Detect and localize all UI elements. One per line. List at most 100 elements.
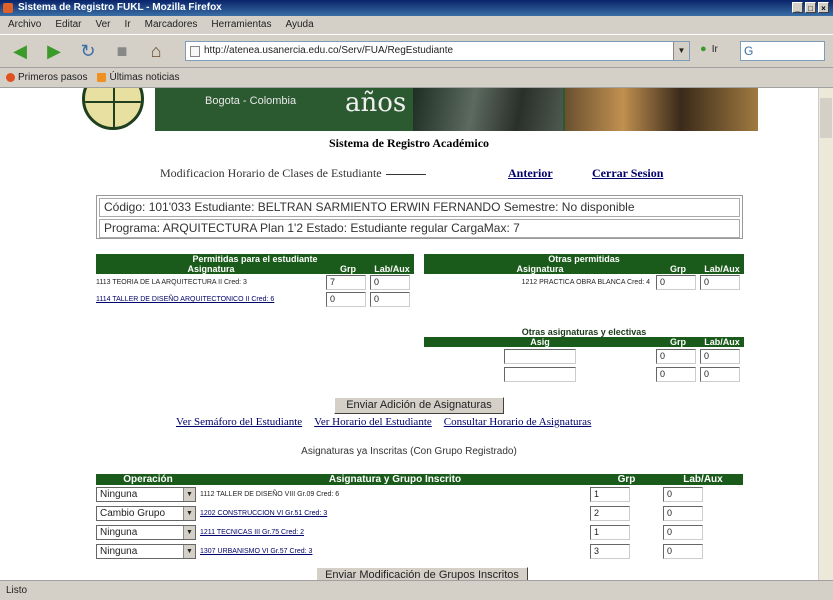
table-row: Cambio Grupo ▼ 1202 CONSTRUCCION VI Gr.51… [96,504,743,523]
menu-ir[interactable]: Ir [125,19,131,31]
grp-input[interactable]: 3 [590,544,630,559]
page-viewport: Bogota - Colombia años Sistema de Regist… [0,88,818,580]
grp-input[interactable]: 0 [656,275,696,290]
operacion-value: Ninguna [100,489,138,500]
back-button[interactable]: ◀ [6,39,34,63]
status-text: Listo [6,585,28,596]
permitidas-header: Permitidas para el estudiante Asignatura… [96,254,414,274]
bookmark-primeros-pasos[interactable]: Primeros pasos [6,72,87,83]
action-links: Ver Semáforo del Estudiante Ver Horario … [176,416,591,428]
lab-input[interactable]: 0 [700,275,740,290]
table-row: 1114 TALLER DE DISEÑO ARQUITECTONICO II … [96,291,414,308]
electivas-table: Otras asignaturas y electivas Asig Grp L… [424,327,744,383]
operacion-select[interactable]: Ninguna ▼ [96,487,196,502]
url-dropdown[interactable]: ▼ [673,42,689,60]
col-lab: Lab/Aux [704,264,740,274]
bookmark-label: Últimas noticias [109,72,180,83]
grp-input[interactable]: 1 [590,525,630,540]
menu-editar[interactable]: Editar [55,19,81,31]
operacion-select[interactable]: Ninguna ▼ [96,544,196,559]
system-title: Sistema de Registro Académico [328,136,490,150]
rss-icon [97,73,107,82]
chevron-down-icon: ▼ [183,488,195,501]
asignatura-cell: 1212 PRACTICA OBRA BLANCA Cred: 4 [521,279,650,286]
back-arrow-icon: ◀ [13,40,27,61]
grp-input[interactable]: 2 [590,506,630,521]
menu-marcadores[interactable]: Marcadores [145,19,198,31]
table-row: 0 0 [424,365,744,383]
asignatura-link[interactable]: 1202 CONSTRUCCION VI Gr.51 Cred: 3 [200,510,590,517]
banner-photo [413,88,563,131]
vertical-scrollbar[interactable] [818,88,833,580]
go-label: Ir [711,44,718,55]
lab-input[interactable]: 0 [663,544,703,559]
stop-button[interactable]: ■ [108,39,136,63]
consultar-horario-link[interactable]: Consultar Horario de Asignaturas [444,416,592,428]
lab-input[interactable]: 0 [700,348,740,364]
grp-input[interactable]: 0 [326,292,366,307]
url-text: http://atenea.usanercia.edu.co/Serv/FUA/… [204,45,454,56]
inscritas-table: Operación Asignatura y Grupo Inscrito Gr… [96,474,743,561]
bookmark-ultimas-noticias[interactable]: Últimas noticias [97,72,180,83]
student-info-line: Código: 101'033 Estudiante: BELTRAN SARM… [99,198,740,217]
lab-input[interactable]: 0 [663,525,703,540]
col-grp: Grp [669,264,686,274]
chevron-down-icon: ▼ [183,507,195,520]
minimize-button[interactable]: _ [792,2,803,13]
grp-input[interactable]: 0 [656,366,696,382]
otras-title: Otras permitidas [548,254,620,264]
menu-archivo[interactable]: Archivo [8,19,41,31]
program-info-line: Programa: ARQUITECTURA Plan 1'2 Estado: … [99,219,740,238]
divider [385,173,426,175]
lab-input[interactable]: 0 [370,292,410,307]
asignatura-cell: 1113 TEORIA DE LA ARQUITECTURA II Cred: … [96,279,247,286]
asignatura-link[interactable]: 1307 URBANISMO VI Gr.57 Cred: 3 [200,548,590,555]
maximize-button[interactable]: □ [805,2,816,13]
horario-estudiante-link[interactable]: Ver Horario del Estudiante [314,416,432,428]
close-button[interactable]: × [818,2,829,13]
asignatura-link[interactable]: 1114 TALLER DE DISEÑO ARQUITECTONICO II … [96,296,326,303]
asignatura-link[interactable]: 1211 TECNICAS III Gr.75 Cred: 2 [200,529,590,536]
menu-ayuda[interactable]: Ayuda [285,19,313,31]
operacion-select[interactable]: Ninguna ▼ [96,525,196,540]
enviar-adicion-button[interactable]: Enviar Adición de Asignaturas [334,397,504,414]
search-input[interactable]: G [740,41,825,61]
forward-button[interactable]: ▶ [40,39,68,63]
menu-herramientas[interactable]: Herramientas [211,19,271,31]
operacion-select[interactable]: Cambio Grupo ▼ [96,506,196,521]
asig-input[interactable] [504,348,576,364]
page-banner: Bogota - Colombia años [155,88,758,131]
menu-ver[interactable]: Ver [95,19,110,31]
lab-input[interactable]: 0 [663,487,703,502]
status-bar: Listo [0,580,833,600]
home-button[interactable]: ⌂ [142,39,170,63]
url-bar[interactable]: http://atenea.usanercia.edu.co/Serv/FUA/… [185,41,690,61]
cerrar-sesion-link[interactable]: Cerrar Sesion [592,166,663,181]
col-asignatura: Asignatura [516,264,564,274]
col-asignatura: Asignatura y Grupo Inscrito [328,474,462,485]
firefox-icon [3,3,13,13]
otras-header: Otras permitidas Asignatura Grp Lab/Aux [424,254,744,274]
table-row: 1212 PRACTICA OBRA BLANCA Cred: 4 0 0 [424,274,744,291]
electivas-title: Otras asignaturas y electivas [521,327,647,337]
semaforo-link[interactable]: Ver Semáforo del Estudiante [176,416,302,428]
banner-photo [565,88,758,131]
reload-button[interactable]: ↻ [74,39,102,63]
grp-input[interactable]: 7 [326,275,366,290]
asig-input[interactable] [504,366,576,382]
lab-input[interactable]: 0 [663,506,703,521]
lab-input[interactable]: 0 [700,366,740,382]
grp-input[interactable]: 0 [656,348,696,364]
bookmarks-toolbar: Primeros pasos Últimas noticias [0,68,833,88]
table-row: Ninguna ▼ 1307 URBANISMO VI Gr.57 Cred: 3… [96,542,743,561]
lab-input[interactable]: 0 [370,275,410,290]
anterior-link[interactable]: Anterior [508,166,553,181]
grp-input[interactable]: 1 [590,487,630,502]
inscritas-header: Operación Asignatura y Grupo Inscrito Gr… [96,474,743,485]
scrollbar-thumb[interactable] [820,98,832,138]
col-asignatura: Asignatura [187,264,235,274]
enviar-modificacion-button[interactable]: Enviar Modificación de Grupos Inscritos [316,567,528,580]
go-button[interactable]: ● Ir [700,43,718,55]
stop-icon: ■ [116,40,128,61]
otras-permitidas-table: Otras permitidas Asignatura Grp Lab/Aux … [424,254,744,291]
